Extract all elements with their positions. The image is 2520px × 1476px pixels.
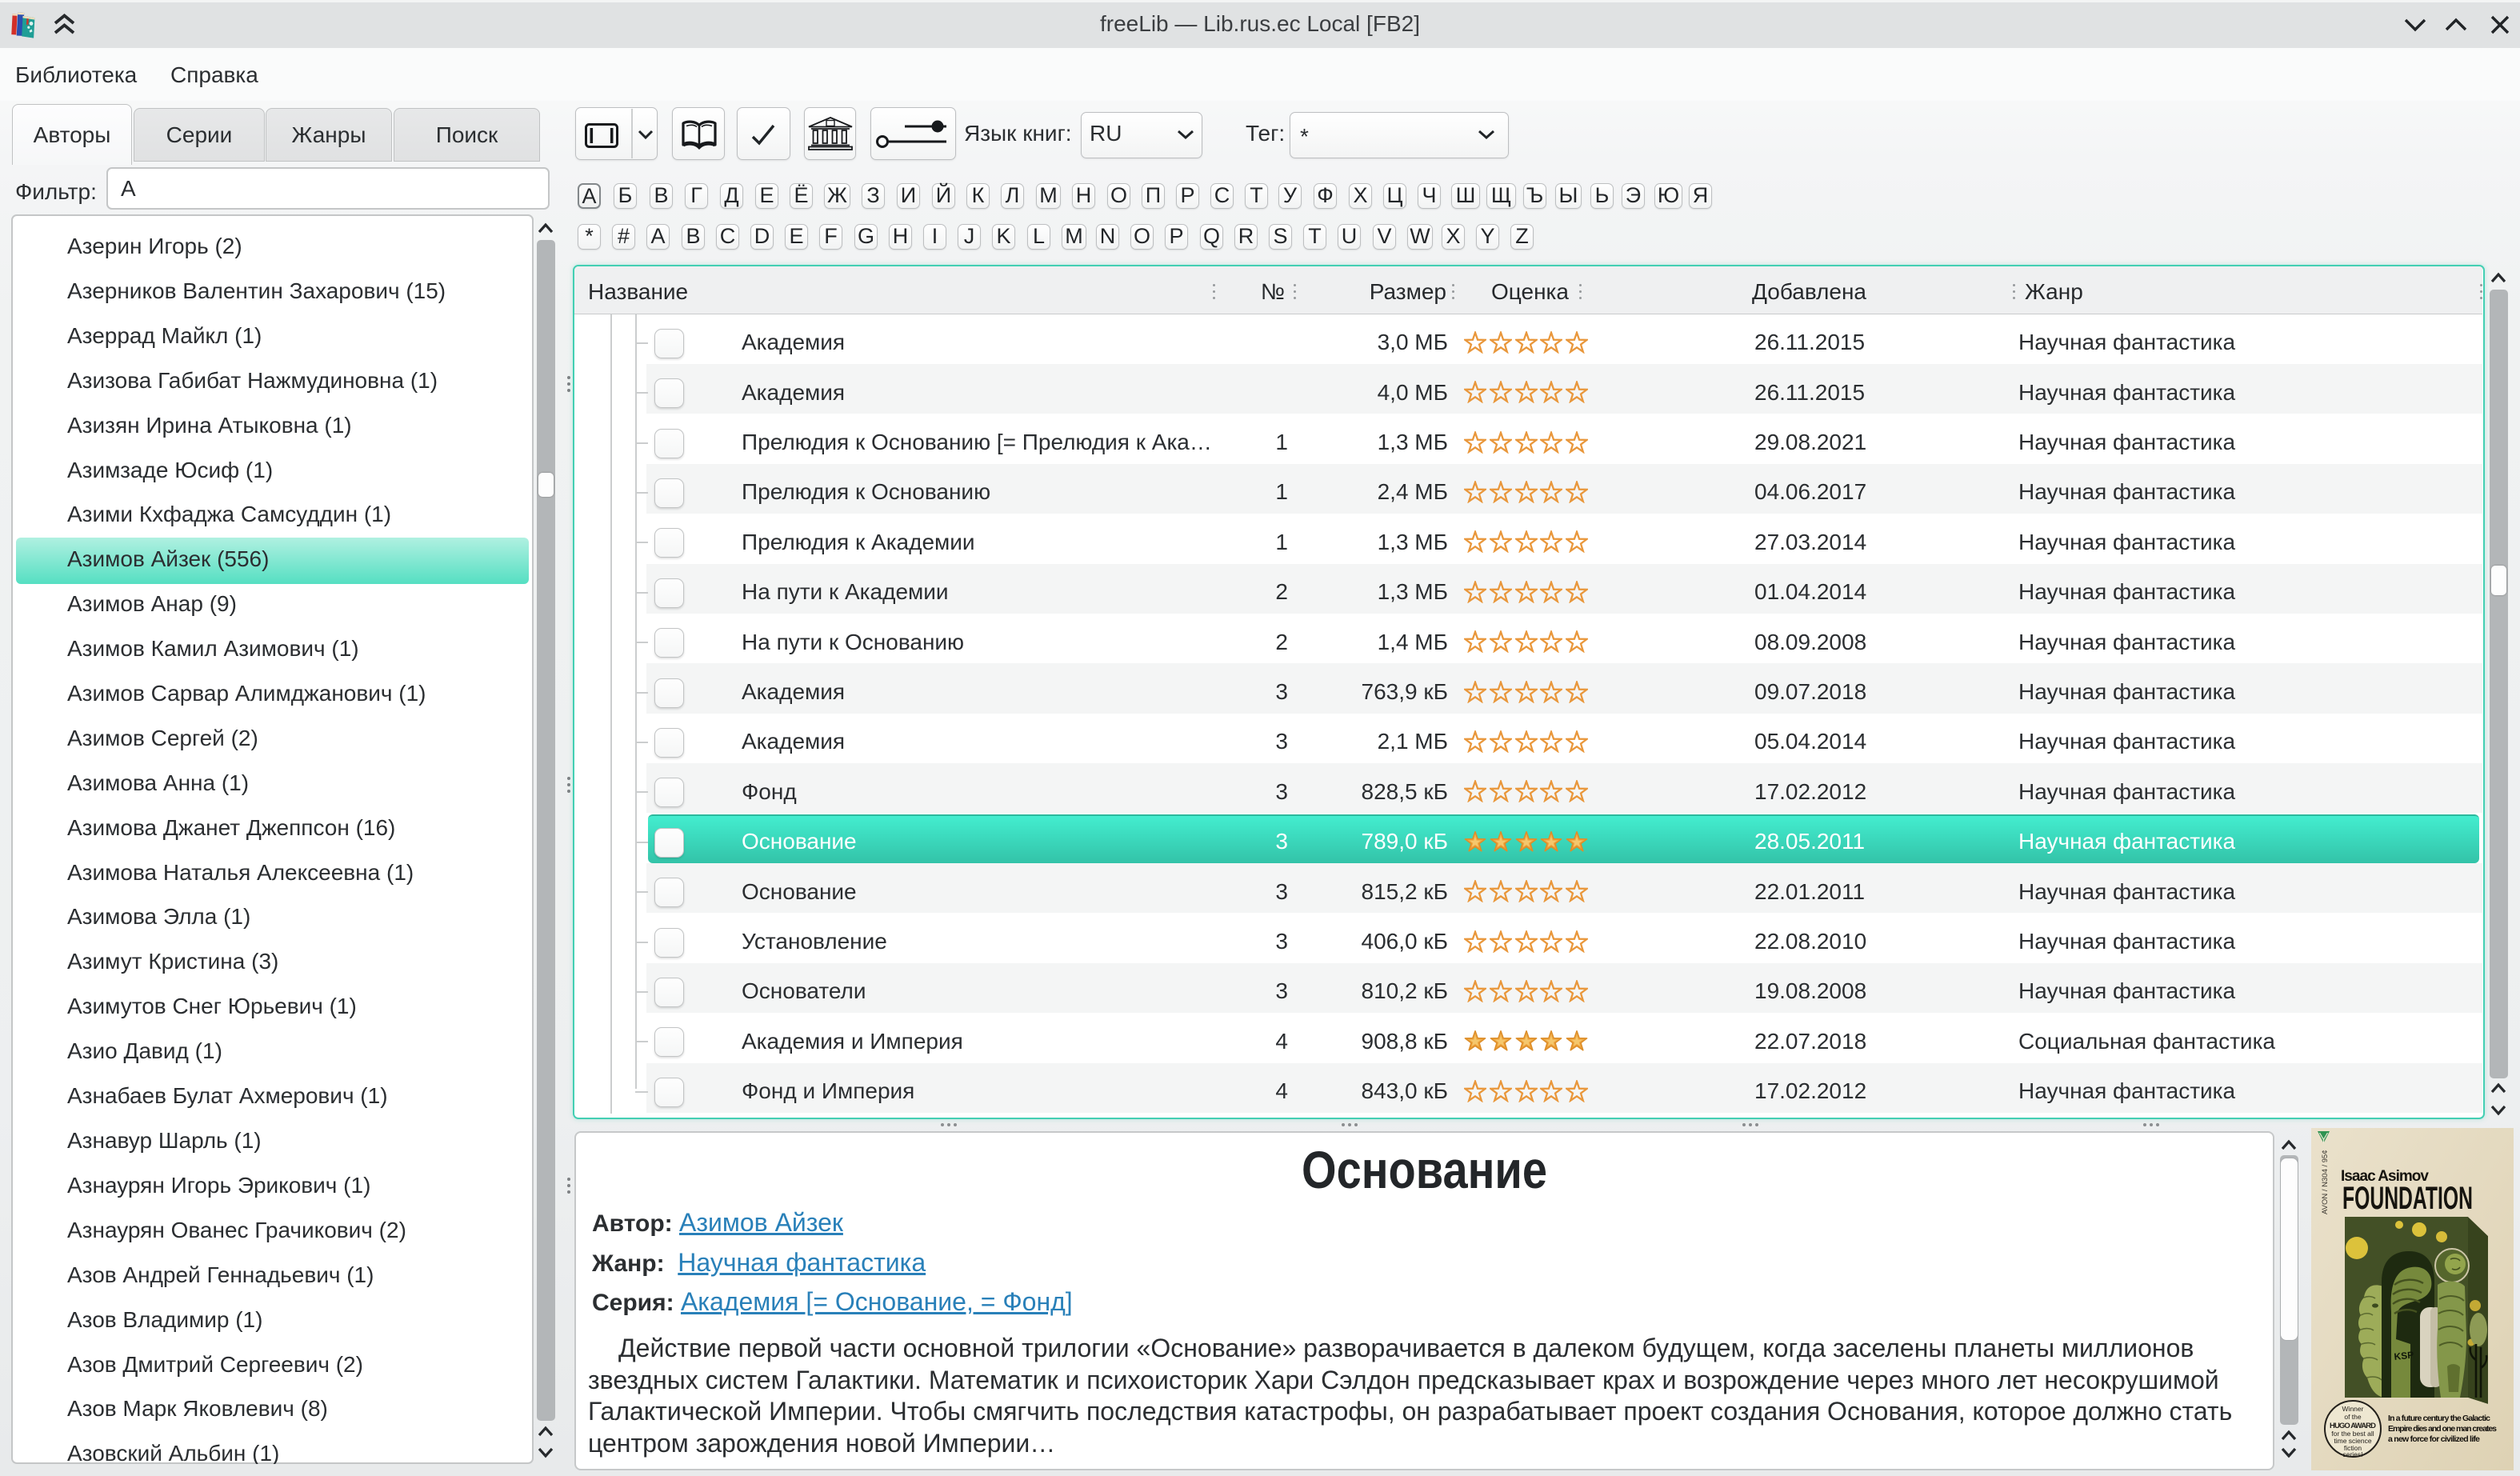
svg-text:KSP: KSP	[2394, 1349, 2414, 1362]
svg-text:Empire dies and one man create: Empire dies and one man creates	[2388, 1424, 2497, 1434]
svg-text:of the: of the	[2344, 1413, 2362, 1421]
svg-text:series!: series!	[2342, 1450, 2362, 1458]
svg-text:a new force for civilized life: a new force for civilized life	[2388, 1434, 2480, 1444]
svg-text:AVON / N304 / 95¢: AVON / N304 / 95¢	[2321, 1150, 2330, 1214]
svg-text:Winner: Winner	[2342, 1405, 2364, 1413]
svg-text:In a future century the Galact: In a future century the Galactic	[2388, 1414, 2490, 1423]
svg-text:FOUNDATION: FOUNDATION	[2342, 1181, 2473, 1216]
